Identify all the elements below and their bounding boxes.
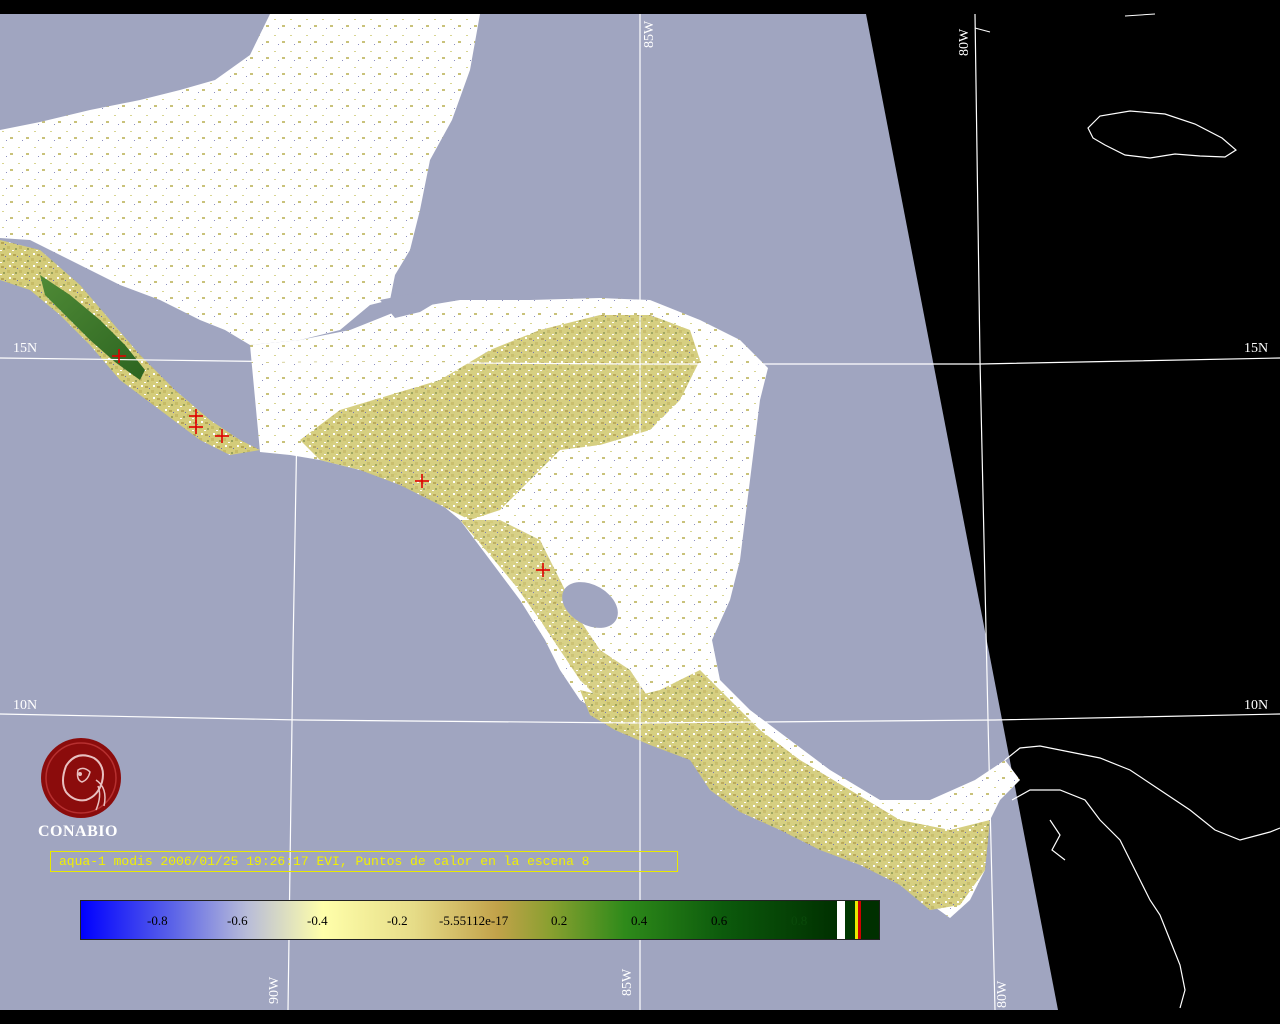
hotspot-class-swatch <box>858 901 861 939</box>
lon-label-85w-top: 85W <box>642 20 657 48</box>
colorbar-tick: -0.8 <box>147 913 168 928</box>
lon-label-85w-bottom: 85W <box>620 968 635 996</box>
lat-label-15n-left: 15N <box>13 341 38 356</box>
colorbar-tick: -0.4 <box>307 913 328 928</box>
cloud-class-swatch <box>837 901 845 939</box>
colorbar-tick: 0.4 <box>631 913 648 928</box>
lon-label-90w-bottom: 90W <box>267 976 282 1004</box>
scene-caption: aqua-1 modis 2006/01/25 19:26:17 EVI, Pu… <box>50 851 678 872</box>
colorbar-tick: 0.8 <box>791 913 808 928</box>
colorbar-tick: -0.2 <box>387 913 408 928</box>
lon-label-80w-bottom: 80W <box>995 980 1010 1008</box>
conabio-logo <box>41 738 121 818</box>
lat-label-15n-right: 15N <box>1244 341 1269 356</box>
evi-colorbar: -0.8 -0.6 -0.4 -0.2 -5.55112e-17 0.2 0.4… <box>80 900 880 940</box>
colorbar-tick: -5.55112e-17 <box>439 913 509 928</box>
colorbar-tick: 0.6 <box>711 913 728 928</box>
colorbar-tick: 0.2 <box>551 913 568 928</box>
colorbar-tick: -0.6 <box>227 913 248 928</box>
conabio-logo-text: CONABIO <box>38 823 118 840</box>
lat-label-10n-left: 10N <box>13 698 38 713</box>
lat-label-10n-right: 10N <box>1244 698 1269 713</box>
lon-label-80w-top: 80W <box>957 28 972 56</box>
